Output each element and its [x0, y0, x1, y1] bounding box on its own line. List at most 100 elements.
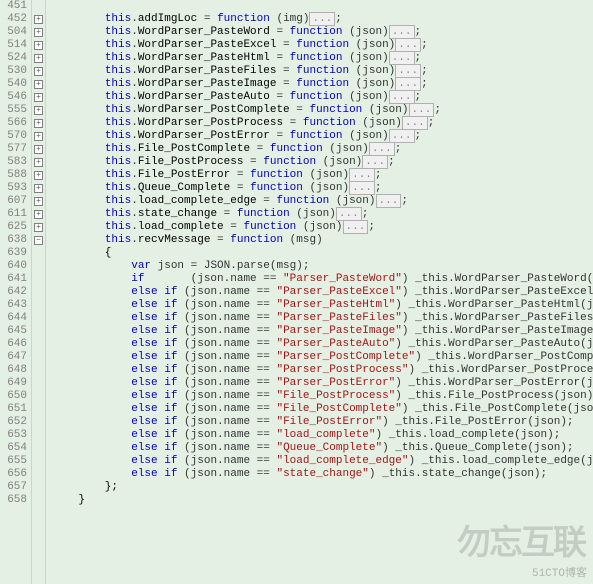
expand-icon[interactable]: +: [34, 145, 43, 154]
code-line[interactable]: this.WordParser_PostComplete = function …: [52, 104, 593, 117]
code-line[interactable]: else if (json.name == "load_complete") _…: [52, 429, 593, 442]
fold-cell: [32, 247, 45, 260]
line-number: 642: [0, 286, 27, 299]
fold-cell: [32, 455, 45, 468]
folded-code-icon[interactable]: ...: [395, 38, 421, 52]
expand-icon[interactable]: +: [34, 223, 43, 232]
line-number: 648: [0, 364, 27, 377]
line-number: 566: [0, 117, 27, 130]
fold-cell: [32, 390, 45, 403]
code-line[interactable]: this.recvMessage = function (msg): [52, 234, 593, 247]
code-line[interactable]: this.load_complete_edge = function (json…: [52, 195, 593, 208]
line-number-gutter: 4514525045145245305405465555665705775835…: [0, 0, 32, 584]
folded-code-icon[interactable]: ...: [389, 51, 415, 65]
expand-icon[interactable]: +: [34, 93, 43, 102]
folded-code-icon[interactable]: ...: [409, 103, 435, 117]
expand-icon[interactable]: +: [34, 119, 43, 128]
folded-code-icon[interactable]: ...: [402, 116, 428, 130]
code-line[interactable]: else if (json.name == "Parser_PostComple…: [52, 351, 593, 364]
folded-code-icon[interactable]: ...: [389, 25, 415, 39]
fold-cell: +: [32, 26, 45, 39]
fold-cell: [32, 338, 45, 351]
fold-cell: +: [32, 221, 45, 234]
code-line[interactable]: else if (json.name == "Parser_PasteImage…: [52, 325, 593, 338]
code-line[interactable]: this.WordParser_PasteFiles = function (j…: [52, 65, 593, 78]
code-line[interactable]: this.File_PostError = function (json)...…: [52, 169, 593, 182]
code-area[interactable]: this.addImgLoc = function (img)...; this…: [46, 0, 593, 584]
expand-icon[interactable]: +: [34, 171, 43, 180]
folded-code-icon[interactable]: ...: [389, 129, 415, 143]
code-line[interactable]: else if (json.name == "Queue_Complete") …: [52, 442, 593, 455]
code-line[interactable]: else if (json.name == "File_PostError") …: [52, 416, 593, 429]
code-line[interactable]: else if (json.name == "Parser_PasteExcel…: [52, 286, 593, 299]
folded-code-icon[interactable]: ...: [362, 155, 388, 169]
fold-cell: [32, 286, 45, 299]
fold-cell: +: [32, 182, 45, 195]
folded-code-icon[interactable]: ...: [336, 207, 362, 221]
code-line[interactable]: else if (json.name == "Parser_PostError"…: [52, 377, 593, 390]
expand-icon[interactable]: +: [34, 15, 43, 24]
folded-code-icon[interactable]: ...: [309, 12, 335, 26]
line-number: 555: [0, 104, 27, 117]
folded-code-icon[interactable]: ...: [376, 194, 402, 208]
code-line[interactable]: if (json.name == "Parser_PasteWord") _th…: [52, 273, 593, 286]
code-line[interactable]: this.addImgLoc = function (img)...;: [52, 13, 593, 26]
expand-icon[interactable]: +: [34, 106, 43, 115]
line-number: 657: [0, 481, 27, 494]
line-number: 611: [0, 208, 27, 221]
folded-code-icon[interactable]: ...: [369, 142, 395, 156]
code-line[interactable]: else if (json.name == "Parser_PostProces…: [52, 364, 593, 377]
code-line[interactable]: this.WordParser_PasteAuto = function (js…: [52, 91, 593, 104]
code-line[interactable]: }: [52, 494, 593, 507]
fold-cell: +: [32, 13, 45, 26]
expand-icon[interactable]: +: [34, 197, 43, 206]
code-line[interactable]: this.File_PostProcess = function (json).…: [52, 156, 593, 169]
code-line[interactable]: else if (json.name == "load_complete_edg…: [52, 455, 593, 468]
folded-code-icon[interactable]: ...: [349, 168, 375, 182]
expand-icon[interactable]: +: [34, 67, 43, 76]
folded-code-icon[interactable]: ...: [349, 181, 375, 195]
expand-icon[interactable]: +: [34, 41, 43, 50]
folded-code-icon[interactable]: ...: [395, 77, 421, 91]
code-line[interactable]: this.WordParser_PasteWord = function (js…: [52, 26, 593, 39]
expand-icon[interactable]: +: [34, 28, 43, 37]
line-number: 647: [0, 351, 27, 364]
code-line[interactable]: else if (json.name == "File_PostComplete…: [52, 403, 593, 416]
code-line[interactable]: this.WordParser_PostProcess = function (…: [52, 117, 593, 130]
code-line[interactable]: this.File_PostComplete = function (json)…: [52, 143, 593, 156]
fold-cell: +: [32, 91, 45, 104]
code-line[interactable]: else if (json.name == "Parser_PasteAuto"…: [52, 338, 593, 351]
code-line[interactable]: this.load_complete = function (json)...;: [52, 221, 593, 234]
line-number: 654: [0, 442, 27, 455]
code-line[interactable]: this.WordParser_PasteExcel = function (j…: [52, 39, 593, 52]
line-number: 524: [0, 52, 27, 65]
folded-code-icon[interactable]: ...: [389, 90, 415, 104]
code-line[interactable]: else if (json.name == "File_PostProcess"…: [52, 390, 593, 403]
expand-icon[interactable]: +: [34, 210, 43, 219]
line-number: 514: [0, 39, 27, 52]
code-line[interactable]: this.WordParser_PasteImage = function (j…: [52, 78, 593, 91]
expand-icon[interactable]: +: [34, 54, 43, 63]
code-line[interactable]: else if (json.name == "Parser_PasteHtml"…: [52, 299, 593, 312]
code-line[interactable]: this.Queue_Complete = function (json)...…: [52, 182, 593, 195]
code-line[interactable]: else if (json.name == "state_change") _t…: [52, 468, 593, 481]
code-line[interactable]: var json = JSON.parse(msg);: [52, 260, 593, 273]
code-line[interactable]: };: [52, 481, 593, 494]
code-line[interactable]: else if (json.name == "Parser_PasteFiles…: [52, 312, 593, 325]
code-line[interactable]: {: [52, 247, 593, 260]
expand-icon[interactable]: +: [34, 80, 43, 89]
line-number: 646: [0, 338, 27, 351]
code-line[interactable]: this.WordParser_PostError = function (js…: [52, 130, 593, 143]
folded-code-icon[interactable]: ...: [343, 220, 369, 234]
folded-code-icon[interactable]: ...: [395, 64, 421, 78]
fold-cell: [32, 481, 45, 494]
line-number: 504: [0, 26, 27, 39]
code-line[interactable]: this.WordParser_PasteHtml = function (js…: [52, 52, 593, 65]
expand-icon[interactable]: +: [34, 184, 43, 193]
expand-icon[interactable]: +: [34, 132, 43, 141]
code-line[interactable]: this.state_change = function (json)...;: [52, 208, 593, 221]
collapse-icon[interactable]: −: [34, 236, 43, 245]
fold-cell: [32, 494, 45, 507]
line-number: 607: [0, 195, 27, 208]
expand-icon[interactable]: +: [34, 158, 43, 167]
